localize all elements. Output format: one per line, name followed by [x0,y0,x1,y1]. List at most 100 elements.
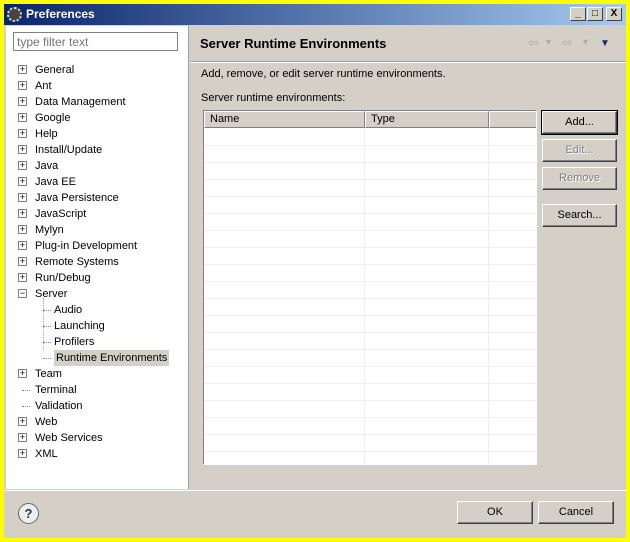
table-row[interactable] [204,417,536,418]
filter-input[interactable] [13,32,178,51]
ok-button[interactable]: OK [457,501,533,524]
table-row[interactable] [204,349,536,350]
runtime-environments-table[interactable]: Name Type [203,110,537,465]
tree-connector [22,406,30,407]
tree-item-label: Java [35,160,59,172]
tree-item-label: Run/Debug [35,272,91,284]
expand-icon[interactable]: + [18,81,27,90]
tree-item-label: Plug-in Development [35,240,138,252]
tree-item-label: Server [35,288,68,300]
expand-icon[interactable]: + [18,225,27,234]
table-row[interactable] [204,451,536,452]
table-row[interactable] [204,145,536,146]
expand-icon[interactable]: + [18,417,27,426]
expand-icon[interactable]: + [18,369,27,378]
table-row[interactable] [204,162,536,163]
column-header-name[interactable]: Name [204,111,365,128]
expand-icon[interactable]: + [18,177,27,186]
forward-icon[interactable]: ⇨ [562,35,573,51]
table-row[interactable] [204,434,536,435]
tree-item-label: Web [35,416,58,428]
tree-item-label: Team [35,368,62,380]
table-row[interactable] [204,298,536,299]
expand-icon[interactable]: + [18,241,27,250]
forward-dropdown-icon[interactable]: ▾ [583,37,588,48]
table-row[interactable] [204,383,536,384]
expand-icon[interactable]: + [18,449,27,458]
tree-item-label: Terminal [35,384,77,396]
tree-item-label: Java EE [35,176,76,188]
table-row[interactable] [204,281,536,282]
preferences-window: Preferences _ □ X + General + Ant + Data Mana… [4,4,626,538]
minimize-button[interactable]: _ [570,7,586,21]
tree-connector [43,358,51,359]
column-header-type[interactable]: Type [365,111,489,128]
tree-item-label: Install/Update [35,144,103,156]
page-description: Add, remove, or edit server runtime envi… [201,68,446,80]
remove-button[interactable]: Remove [542,167,617,190]
tree-item-label: Java Persistence [35,192,119,204]
tree-item-label: Remote Systems [35,256,119,268]
search-button[interactable]: Search... [542,204,617,227]
table-row[interactable] [204,196,536,197]
view-menu-icon[interactable]: ▼ [600,38,610,49]
tree-item-label: Profilers [54,336,95,348]
maximize-button[interactable]: □ [587,7,603,21]
expand-icon[interactable]: + [18,273,27,282]
back-icon[interactable]: ⇦ [528,35,539,51]
tree-item-label: Ant [35,80,52,92]
title-bar[interactable]: Preferences _ □ X [4,4,626,25]
expand-icon[interactable]: + [18,257,27,266]
column-header-extra[interactable] [489,111,536,128]
tree-guide-line [43,298,44,350]
table-row[interactable] [204,179,536,180]
tree-item-label: XML [35,448,58,460]
edit-button[interactable]: Edit... [542,139,617,162]
expand-icon[interactable]: + [18,193,27,202]
tree-item-label: Validation [35,400,83,412]
preferences-tree-panel: + General + Ant + Data Management + Google + Help… [6,26,189,489]
close-button[interactable]: X [606,7,622,21]
table-row[interactable] [204,213,536,214]
tree-connector [43,326,51,327]
tree-item-label: JavaScript [35,208,87,220]
back-dropdown-icon[interactable]: ▾ [546,37,551,48]
tree-item-label: Data Management [35,96,126,108]
help-icon[interactable]: ? [18,503,39,524]
table-row[interactable] [204,332,536,333]
table-row[interactable] [204,400,536,401]
table-row[interactable] [204,315,536,316]
expand-icon[interactable]: + [18,97,27,106]
expand-icon[interactable]: + [18,129,27,138]
table-row[interactable] [204,230,536,231]
tree-item-label: Help [35,128,58,140]
tree-item-label: Runtime Environments [54,350,170,366]
expand-icon[interactable]: + [18,113,27,122]
tree-connector [43,310,51,311]
expand-icon[interactable]: + [18,209,27,218]
table-row[interactable] [204,247,536,248]
tree-item-label: General [35,64,75,76]
expand-icon[interactable]: + [18,65,27,74]
tree-item-label: Web Services [35,432,103,444]
expand-icon[interactable]: + [18,433,27,442]
expand-icon[interactable]: + [18,161,27,170]
app-icon [7,7,22,22]
page-panel: Server Runtime Environments ⇦ ▾ ⇨ ▾ ▼ Ad… [190,26,626,489]
cancel-button[interactable]: Cancel [538,501,614,524]
header-separator [190,61,626,63]
tree-item-label: Mylyn [35,224,64,236]
table-row[interactable] [204,264,536,265]
tree-connector [22,390,30,391]
expand-icon[interactable]: + [18,145,27,154]
window-title: Preferences [26,7,95,21]
tree-connector [43,342,51,343]
collapse-icon[interactable]: − [18,289,27,298]
tree-item-label: Audio [54,304,83,316]
add-button[interactable]: Add... [541,110,618,135]
page-title: Server Runtime Environments [200,36,387,51]
tree-item-label: Google [35,112,71,124]
table-label: Server runtime environments: [201,92,346,104]
dialog-footer: ? OK Cancel [4,490,626,538]
table-row[interactable] [204,366,536,367]
